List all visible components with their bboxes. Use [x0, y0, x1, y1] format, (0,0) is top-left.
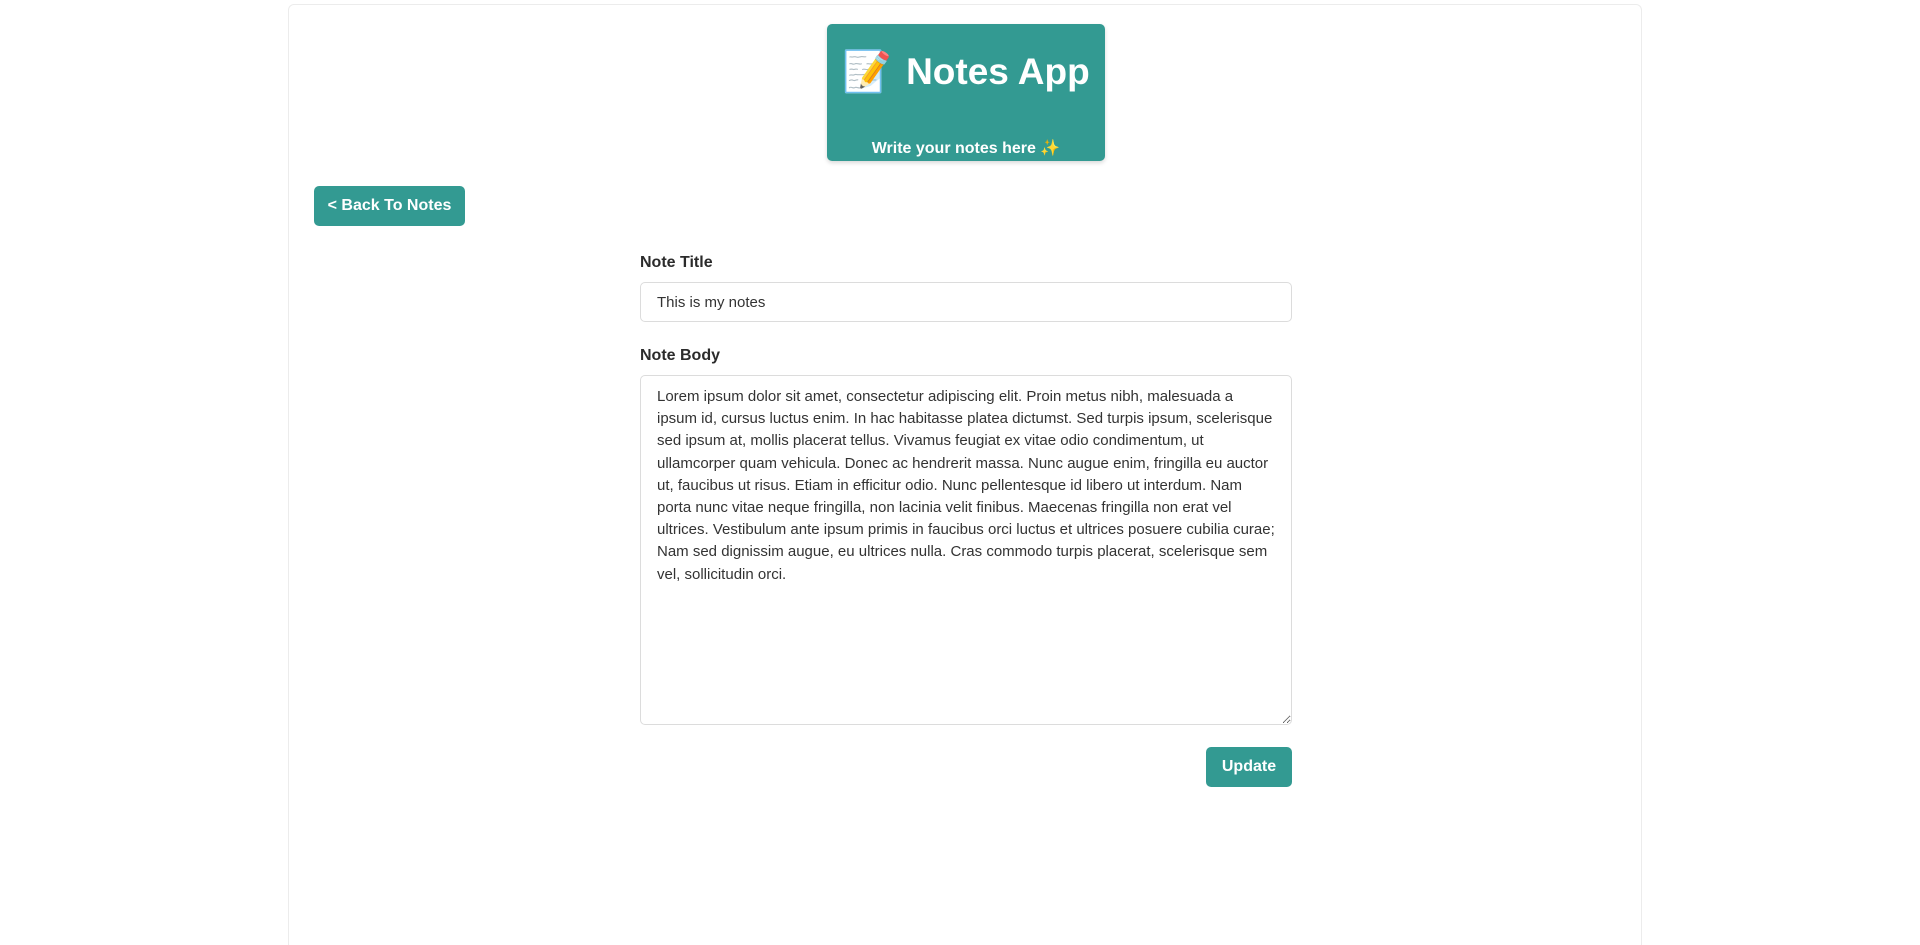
- page: 📝 Notes App Write your notes here ✨ < Ba…: [0, 0, 1920, 945]
- note-title-input[interactable]: [640, 282, 1292, 322]
- note-body-textarea[interactable]: Lorem ipsum dolor sit amet, consectetur …: [640, 375, 1292, 725]
- memo-pencil-icon: 📝: [842, 50, 893, 94]
- note-body-label: Note Body: [640, 347, 720, 364]
- note-title-label: Note Title: [640, 254, 713, 271]
- app-header-card: 📝 Notes App Write your notes here ✨: [827, 24, 1105, 161]
- app-title: Notes App: [906, 51, 1090, 92]
- back-to-notes-button[interactable]: < Back To Notes: [314, 186, 465, 226]
- app-subtitle: Write your notes here ✨: [871, 140, 1061, 157]
- header-title-row: 📝 Notes App: [827, 48, 1105, 96]
- update-button[interactable]: Update: [1206, 747, 1292, 787]
